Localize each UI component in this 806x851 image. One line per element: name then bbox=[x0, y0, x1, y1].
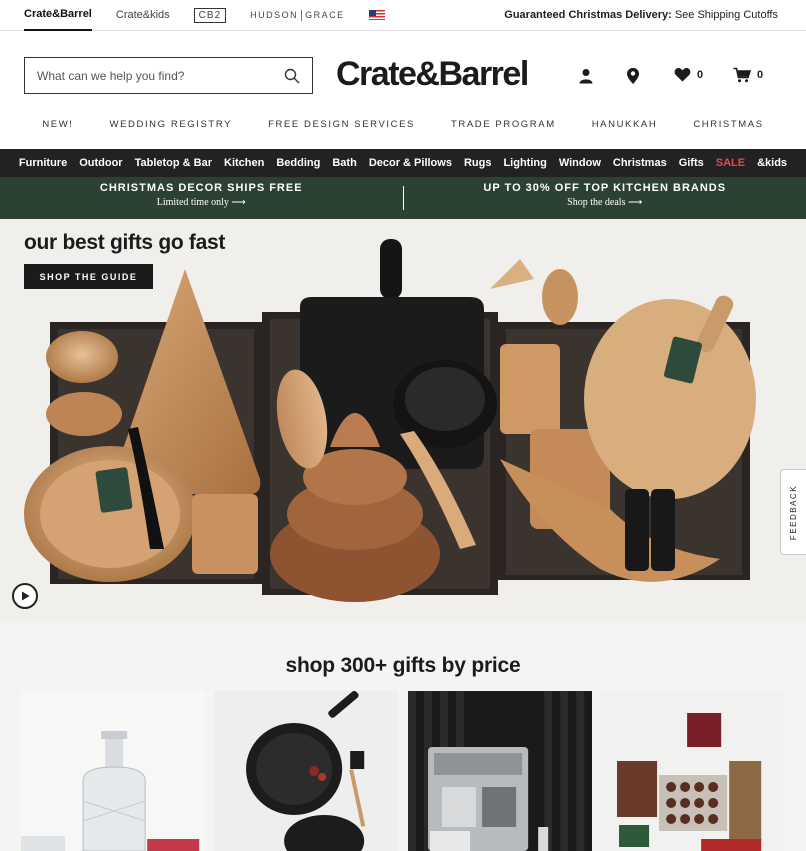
site-header: Crate&Barrel 0 0 bbox=[0, 31, 806, 119]
play-button[interactable] bbox=[12, 583, 38, 609]
gift-tile-cast-iron[interactable] bbox=[214, 691, 399, 851]
nav-christmas[interactable]: CHRISTMAS bbox=[675, 119, 781, 149]
decanter-image bbox=[21, 691, 206, 851]
category-furniture[interactable]: Furniture bbox=[19, 157, 67, 169]
nav-hanukkah[interactable]: HANUKKAH bbox=[574, 119, 676, 149]
hero-headline: our best gifts go fast bbox=[24, 231, 226, 254]
search-icon[interactable] bbox=[284, 68, 300, 84]
promo-banner: CHRISTMAS DECOR SHIPS FREE Limited time … bbox=[0, 177, 806, 219]
brand-crate-and-kids[interactable]: Crate&kids bbox=[116, 0, 170, 31]
hero-banner[interactable]: our best gifts go fast SHOP THE GUIDE FE… bbox=[0, 219, 806, 621]
nav-free-design-services[interactable]: FREE DESIGN SERVICES bbox=[250, 119, 433, 149]
promo-title: CHRISTMAS DECOR SHIPS FREE bbox=[99, 182, 303, 194]
promo-christmas-decor[interactable]: CHRISTMAS DECOR SHIPS FREE Limited time … bbox=[0, 177, 403, 219]
brand-cb2[interactable]: CB2 bbox=[193, 7, 227, 23]
brand-bar: Crate&Barrel Crate&kids CB2 HUDSON GRACE … bbox=[0, 0, 806, 31]
wishlist-count: 0 bbox=[697, 68, 704, 81]
chocolates-image bbox=[600, 691, 785, 851]
category-lighting[interactable]: Lighting bbox=[503, 157, 546, 169]
category-christmas[interactable]: Christmas bbox=[613, 157, 667, 169]
search-input[interactable] bbox=[37, 68, 284, 83]
brand-hudson-grace[interactable]: HUDSON GRACE bbox=[250, 0, 345, 31]
category-decor-pillows[interactable]: Decor & Pillows bbox=[369, 157, 452, 169]
gifts-by-price-section: shop 300+ gifts by price bbox=[0, 621, 806, 851]
category-bedding[interactable]: Bedding bbox=[276, 157, 320, 169]
shop-the-guide-button[interactable]: SHOP THE GUIDE bbox=[24, 264, 153, 289]
shipping-cutoffs-link[interactable]: See Shipping Cutoffs bbox=[675, 9, 778, 21]
gift-tile-espresso[interactable] bbox=[407, 691, 592, 851]
top-nav: NEW! WEDDING REGISTRY FREE DESIGN SERVIC… bbox=[0, 119, 806, 149]
category-kitchen[interactable]: Kitchen bbox=[224, 157, 264, 169]
category-gifts[interactable]: Gifts bbox=[679, 157, 704, 169]
cast-iron-image bbox=[214, 691, 399, 851]
brand-grace-text: GRACE bbox=[305, 10, 345, 20]
feedback-tab[interactable]: FEEDBACK bbox=[780, 469, 806, 555]
wishlist[interactable]: 0 bbox=[674, 67, 703, 82]
promo-link: Limited time only ⟶ bbox=[156, 197, 246, 208]
promo-kitchen-brands[interactable]: UP TO 30% OFF TOP KITCHEN BRANDS Shop th… bbox=[404, 177, 806, 219]
category-rugs[interactable]: Rugs bbox=[464, 157, 492, 169]
espresso-image bbox=[407, 691, 592, 851]
category-window[interactable]: Window bbox=[559, 157, 601, 169]
play-icon bbox=[22, 591, 30, 601]
category-tabletop-bar[interactable]: Tabletop & Bar bbox=[135, 157, 212, 169]
cart-count: 0 bbox=[757, 69, 764, 81]
site-logo[interactable]: Crate&Barrel bbox=[336, 55, 529, 94]
delivery-label: Guaranteed Christmas Delivery: bbox=[504, 9, 672, 21]
heart-icon bbox=[674, 68, 691, 82]
page: Crate&Barrel Crate&kids CB2 HUDSON GRACE … bbox=[0, 0, 806, 851]
section-title: shop 300+ gifts by price bbox=[285, 654, 521, 677]
category-kids[interactable]: &kids bbox=[757, 157, 787, 169]
feedback-label: FEEDBACK bbox=[789, 484, 798, 540]
cart-icon bbox=[733, 67, 751, 83]
nav-trade-program[interactable]: TRADE PROGRAM bbox=[433, 119, 574, 149]
category-bar: Furniture Outdoor Tabletop & Bar Kitchen… bbox=[0, 149, 806, 177]
gift-tile-decanter[interactable] bbox=[21, 691, 206, 851]
nav-new[interactable]: NEW! bbox=[24, 119, 91, 149]
category-outdoor[interactable]: Outdoor bbox=[79, 157, 122, 169]
gift-tile-chocolates[interactable] bbox=[600, 691, 785, 851]
category-bath[interactable]: Bath bbox=[332, 157, 356, 169]
brand-crate-and-barrel[interactable]: Crate&Barrel bbox=[24, 0, 92, 31]
us-flag-icon[interactable] bbox=[368, 10, 385, 20]
nav-wedding-registry[interactable]: WEDDING REGISTRY bbox=[92, 119, 251, 149]
brand-hudson-text: HUDSON bbox=[250, 10, 299, 20]
delivery-notice: Guaranteed Christmas Delivery: See Shipp… bbox=[504, 9, 778, 21]
cart[interactable]: 0 bbox=[733, 67, 763, 83]
category-sale[interactable]: SALE bbox=[716, 157, 745, 169]
search-box bbox=[24, 57, 313, 94]
promo-link: Shop the deals ⟶ bbox=[567, 197, 643, 208]
store-locator-icon[interactable] bbox=[626, 67, 640, 85]
account-icon[interactable] bbox=[578, 68, 594, 84]
price-tiles bbox=[21, 691, 785, 851]
promo-title: UP TO 30% OFF TOP KITCHEN BRANDS bbox=[483, 182, 727, 194]
